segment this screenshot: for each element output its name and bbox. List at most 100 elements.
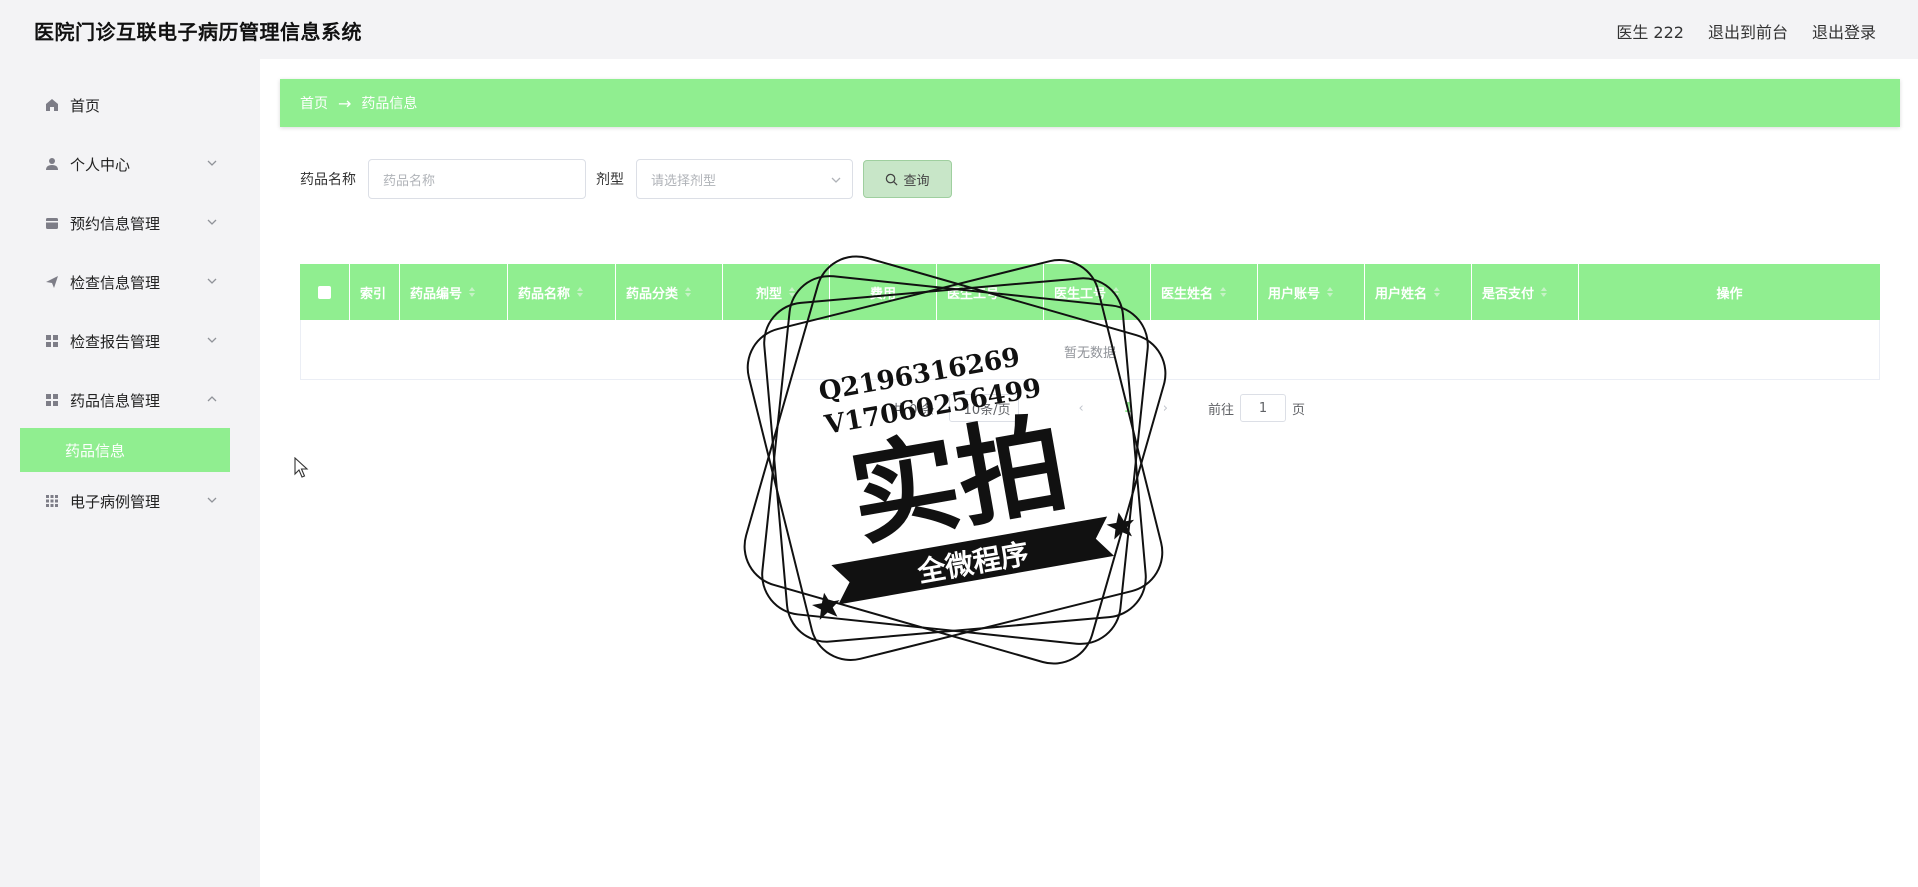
empty-text: 暂无数据	[1063, 346, 1116, 361]
sort-icon[interactable]	[1112, 286, 1120, 298]
col-label: 用户账号	[1268, 286, 1321, 302]
sidebar-item-exam-info[interactable]: 检查信息管理	[20, 260, 230, 304]
search-button[interactable]: 查询	[863, 160, 952, 198]
col-user-account[interactable]: 用户账号	[1258, 264, 1365, 320]
mouse-cursor-icon	[294, 457, 309, 478]
header-actions: 医生 222 退出到前台 退出登录	[1616, 19, 1876, 43]
breadcrumb: 首页 → 药品信息	[280, 79, 1900, 127]
col-doctor-id-2[interactable]: 医生工号	[1044, 264, 1151, 320]
page-suffix: 页	[1292, 402, 1306, 418]
col-drug-name[interactable]: 药品名称	[508, 264, 616, 320]
chevron-down-icon	[207, 278, 217, 284]
sidebar-item-label: 检查信息管理	[70, 273, 161, 292]
dosage-form-placeholder: 请选择剂型	[651, 173, 717, 189]
breadcrumb-current: 药品信息	[361, 96, 418, 112]
prev-page-icon[interactable]: ‹	[1079, 401, 1084, 416]
col-fee[interactable]: 费用	[830, 264, 937, 320]
goto-label: 前往	[1208, 402, 1235, 418]
sidebar-item-emr-management[interactable]: 电子病例管理	[20, 479, 230, 523]
col-label: 医生姓名	[1161, 286, 1214, 302]
chevron-down-icon	[207, 160, 217, 166]
breadcrumb-home[interactable]: 首页	[300, 93, 328, 113]
col-paid[interactable]: 是否支付	[1472, 264, 1579, 320]
sidebar-item-label: 预约信息管理	[70, 214, 161, 233]
exit-to-front-link[interactable]: 退出到前台	[1708, 19, 1788, 43]
col-doctor-id[interactable]: 医生工号	[937, 264, 1044, 320]
select-all-checkbox-cell[interactable]	[300, 264, 350, 320]
sidebar-item-label: 个人中心	[70, 155, 131, 174]
page-size-value: 10条/页	[963, 402, 1011, 418]
chevron-down-icon	[207, 497, 217, 503]
goto-page-input[interactable]: 1	[1240, 394, 1287, 422]
col-label: 药品编号	[410, 286, 463, 302]
logout-link[interactable]: 退出登录	[1812, 19, 1876, 43]
app-title: 医院门诊互联电子病历管理信息系统	[34, 20, 362, 44]
chevron-down-icon	[207, 337, 217, 343]
table-header: 索引 药品编号 药品名称 药品分类 剂型 费用 医生工号 医生工号 医生姓名 用…	[300, 264, 1880, 320]
search-button-label: 查询	[903, 173, 930, 189]
col-label: 药品分类	[626, 286, 679, 302]
apps-icon	[44, 493, 60, 509]
sort-icon[interactable]	[1540, 286, 1548, 298]
sidebar-item-drug-management[interactable]: 药品信息管理	[20, 378, 230, 422]
col-doctor-name[interactable]: 医生姓名	[1151, 264, 1258, 320]
drug-name-input[interactable]: 药品名称	[368, 159, 586, 199]
sidebar-item-drug-info[interactable]: 药品信息	[20, 428, 230, 472]
col-dosage-form[interactable]: 剂型	[723, 264, 830, 320]
sidebar-item-label: 检查报告管理	[70, 332, 161, 351]
sidebar-item-home[interactable]: 首页	[20, 83, 230, 127]
sidebar-item-label: 电子病例管理	[70, 492, 161, 511]
grid-icon	[44, 333, 60, 349]
current-user-label: 医生 222	[1616, 23, 1684, 42]
col-drug-category[interactable]: 药品分类	[616, 264, 723, 320]
goto-page-value: 1	[1258, 400, 1268, 416]
current-page[interactable]: 1	[1124, 401, 1133, 416]
col-label: 剂型	[755, 286, 782, 302]
send-icon	[44, 274, 60, 290]
search-bar: 药品名称 药品名称 剂型 请选择剂型 查询	[300, 159, 952, 199]
pagination: 共 0 条 10条/页 ‹ 1 › 前往 1 页	[892, 394, 1305, 422]
col-label: 医生工号	[947, 286, 1000, 302]
calendar-icon	[44, 215, 60, 231]
page-size-select[interactable]: 10条/页	[948, 394, 1019, 422]
sidebar-item-appointment[interactable]: 预约信息管理	[20, 201, 230, 245]
sort-icon[interactable]	[468, 286, 476, 298]
drug-name-label: 药品名称	[300, 172, 356, 188]
sort-icon[interactable]	[1433, 286, 1441, 298]
sort-icon[interactable]	[684, 286, 692, 298]
sidebar-item-label: 药品信息管理	[70, 391, 161, 410]
chevron-up-icon	[207, 396, 217, 402]
sort-icon[interactable]	[576, 286, 584, 298]
main-content: 首页 → 药品信息 药品名称 药品名称 剂型 请选择剂型 查询 索引 药品编号 …	[260, 59, 1918, 887]
col-index: 索引	[350, 264, 400, 320]
total-count: 共 0 条	[892, 402, 935, 418]
user-icon	[44, 156, 60, 172]
col-actions: 操作	[1716, 286, 1743, 302]
table-body: 暂无数据	[300, 320, 1880, 380]
col-drug-code[interactable]: 药品编号	[400, 264, 508, 320]
col-label: 费用	[869, 286, 896, 302]
col-label: 用户姓名	[1375, 286, 1428, 302]
sidebar-item-exam-report[interactable]: 检查报告管理	[20, 319, 230, 363]
sort-icon[interactable]	[1219, 286, 1227, 298]
sidebar: 首页 个人中心 预约信息管理 检查信息管理 检查报告管理 药品信息管理 药品信息…	[0, 59, 260, 887]
grid-icon	[44, 392, 60, 408]
dosage-form-select[interactable]: 请选择剂型	[636, 159, 853, 199]
home-icon	[44, 97, 60, 113]
sidebar-item-personal-center[interactable]: 个人中心	[20, 142, 230, 186]
next-page-icon[interactable]: ›	[1163, 401, 1168, 416]
drug-name-placeholder: 药品名称	[383, 173, 436, 189]
chevron-down-icon	[831, 177, 841, 183]
sidebar-item-label: 药品信息	[65, 441, 126, 460]
drug-table: 索引 药品编号 药品名称 药品分类 剂型 费用 医生工号 医生工号 医生姓名 用…	[300, 264, 1880, 380]
top-header: 医院门诊互联电子病历管理信息系统 医生 222 退出到前台 退出登录	[0, 0, 1918, 59]
sort-icon[interactable]	[1326, 286, 1334, 298]
col-label: 是否支付	[1482, 286, 1535, 302]
search-icon	[886, 173, 899, 186]
arrow-right-icon: →	[338, 93, 352, 113]
col-user-name[interactable]: 用户姓名	[1365, 264, 1472, 320]
chevron-down-icon	[207, 219, 217, 225]
sidebar-item-label: 首页	[70, 96, 101, 115]
select-all-checkbox[interactable]	[318, 285, 331, 299]
sort-icon[interactable]	[788, 286, 796, 298]
